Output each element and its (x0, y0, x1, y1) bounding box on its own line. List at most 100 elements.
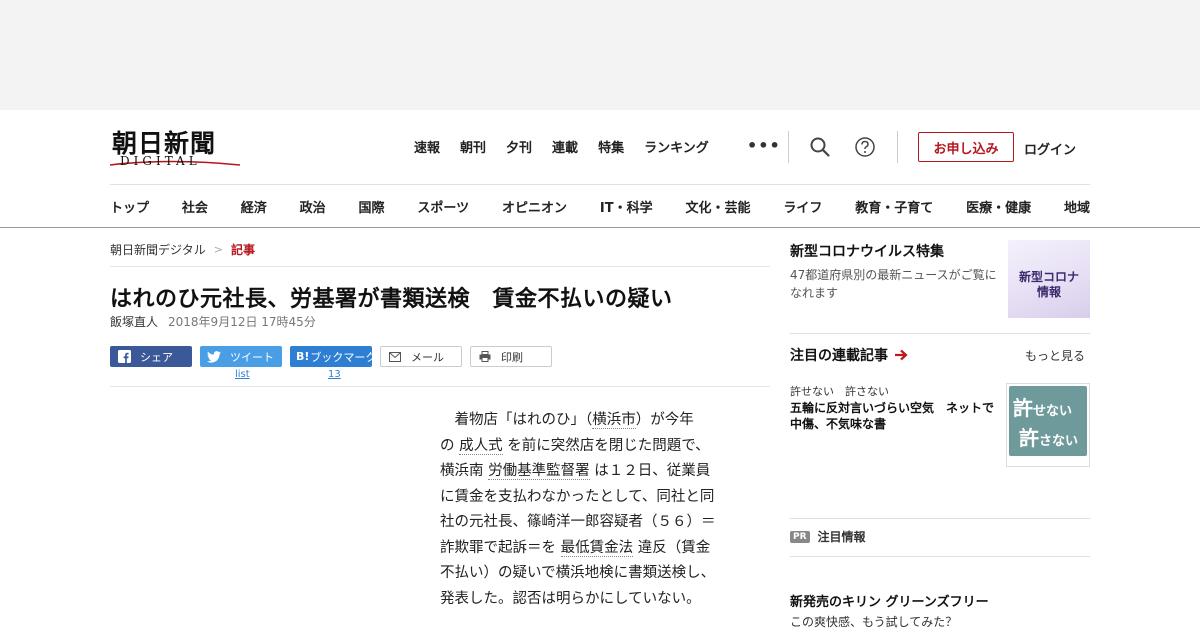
promo-subtitle: この爽快感、もう試してみた？ (790, 615, 958, 629)
logo-sub-text: DIGITAL (120, 154, 201, 168)
facebook-share-button[interactable]: シェア (110, 346, 192, 367)
cat-top[interactable]: トップ (110, 197, 149, 216)
cat-health[interactable]: 医療・健康 (966, 197, 1031, 216)
keyword-link[interactable]: 横浜市 (592, 412, 636, 429)
body-line: 詐欺罪で起訴＝を 最低賃金法 違反（賃金 (440, 536, 750, 562)
promo-title[interactable]: 新発売のキリン グリーンズフリー (790, 591, 989, 610)
series-image-bg: 許せない 許さない (1009, 386, 1087, 456)
series-section-title[interactable]: 注目の連載記事 (790, 345, 908, 365)
breadcrumb-separator: > (213, 243, 223, 256)
mail-icon (387, 350, 403, 364)
body-line: 発表した。認否は明らかにしていない。 (440, 590, 701, 607)
corona-image-text: 新型コロナ (1018, 270, 1079, 284)
body-line: 着物店「はれのひ」（横浜市）が今年 (440, 408, 750, 434)
login-link[interactable]: ログイン (1024, 139, 1076, 158)
body-text: ）が今年 (635, 412, 694, 428)
header-divider (110, 184, 1090, 185)
cat-region[interactable]: 地域 (1064, 197, 1090, 216)
category-nav: トップ 社会 経済 政治 国際 スポーツ オピニオン IT・科学 文化・芸能 ラ… (110, 197, 1090, 216)
facebook-share-label: シェア (140, 350, 173, 364)
series-more-link[interactable]: もっと見る (1025, 347, 1085, 364)
search-icon[interactable] (809, 136, 831, 158)
site-header: 朝日新聞 DIGITAL 速報 朝刊 夕刊 連載 特集 ランキング ••• お申… (0, 110, 1200, 228)
pr-section-header: PR 注目情報 (790, 528, 866, 545)
print-button[interactable]: 印刷 (470, 346, 552, 367)
more-menu-button[interactable]: ••• (747, 136, 781, 155)
hatena-icon: B! (296, 350, 310, 363)
corona-image-text: 情報 (1036, 285, 1061, 299)
twitter-count-link[interactable]: list (235, 369, 250, 380)
pr-label: 注目情報 (817, 530, 866, 544)
nav-yuukan[interactable]: 夕刊 (506, 137, 532, 156)
body-text: 違反（賃金 (637, 539, 711, 556)
cat-culture[interactable]: 文化・芸能 (685, 197, 750, 216)
hatena-bookmark-button[interactable]: B! ブックマーク (290, 346, 376, 367)
facebook-icon (116, 350, 132, 364)
ad-banner (0, 0, 1200, 110)
print-label: 印刷 (501, 350, 523, 364)
breadcrumb-divider (110, 266, 770, 267)
nav-ranking[interactable]: ランキング (644, 137, 709, 156)
cat-society[interactable]: 社会 (182, 197, 208, 216)
nav-sokuhou[interactable]: 速報 (414, 137, 440, 156)
cat-life[interactable]: ライフ (783, 197, 822, 216)
sidebar-divider (790, 556, 1090, 557)
corona-feature-image[interactable]: 新型コロナ 情報 (1008, 240, 1090, 318)
cat-opinion[interactable]: オピニオン (502, 197, 567, 216)
nav-rensai[interactable]: 連載 (552, 137, 578, 156)
corona-feature-desc: 47都道府県別の最新ニュースがご覧になれます (790, 268, 997, 300)
body-text: の (440, 437, 455, 454)
keyword-link[interactable]: 労働基準監督署 (488, 463, 590, 480)
cat-education[interactable]: 教育・子育て (855, 197, 933, 216)
series-image-char: 許 (1019, 426, 1039, 450)
arrow-right-icon (895, 349, 908, 361)
body-text: 詐欺罪で起訴＝を (440, 539, 556, 556)
nav-choukan[interactable]: 朝刊 (460, 137, 486, 156)
sidebar-divider (790, 333, 1090, 334)
pr-badge: PR (790, 530, 810, 543)
nav-tokushu[interactable]: 特集 (598, 137, 624, 156)
breadcrumb-current[interactable]: 記事 (231, 241, 255, 258)
keyword-link[interactable]: 成人式 (459, 437, 503, 455)
series-title-text: 注目の連載記事 (790, 348, 888, 364)
body-line: の 成人式 を前に突然店を閉じた問題で、 (440, 434, 750, 460)
body-line: 横浜南 労働基準監督署 は１２日、従業員 (440, 459, 750, 485)
body-text: 着物店「はれのひ」（ (454, 412, 593, 428)
site-logo[interactable]: 朝日新聞 DIGITAL (110, 124, 240, 172)
header-separator (788, 131, 789, 163)
cat-sports[interactable]: スポーツ (417, 197, 469, 216)
hatena-count-link[interactable]: 13 (328, 369, 341, 380)
twitter-share-button[interactable]: ツイート (200, 346, 282, 367)
series-image-char: せない (1033, 404, 1073, 419)
series-image[interactable]: 許せない 許さない (1006, 383, 1090, 467)
cat-economy[interactable]: 経済 (241, 197, 267, 216)
cat-international[interactable]: 国際 (359, 197, 385, 216)
body-line: 社の元社長、篠崎洋一郎容疑者（５６）＝ (440, 514, 716, 530)
body-line: に賃金を支払わなかったとして、同社と同 (440, 488, 715, 505)
series-image-text: 許さない (1019, 422, 1078, 451)
body-text: 横浜南 (440, 463, 484, 479)
cat-it-science[interactable]: IT・科学 (600, 197, 653, 216)
article-date: 2018年9月12日 17時45分 (168, 315, 316, 329)
help-icon[interactable] (854, 136, 876, 158)
top-nav: 速報 朝刊 夕刊 連載 特集 ランキング (414, 137, 729, 156)
corona-feature-title[interactable]: 新型コロナウイルス特集 (790, 241, 944, 261)
mail-share-label: メール (411, 350, 444, 364)
header-separator (897, 131, 898, 163)
mail-share-button[interactable]: メール (380, 346, 462, 367)
twitter-share-label: ツイート (230, 350, 274, 364)
share-divider (110, 386, 770, 387)
hatena-bookmark-label: ブックマーク (310, 350, 377, 364)
body-line: 不払い）の疑いで横浜地検に書類送検し、 (440, 565, 716, 581)
keyword-link[interactable]: 最低賃金法 (560, 539, 634, 557)
body-text: は１２日、従業員 (594, 463, 711, 479)
series-image-text: 許せない (1013, 392, 1072, 421)
breadcrumb-home[interactable]: 朝日新聞デジタル (110, 241, 206, 258)
twitter-icon (206, 350, 222, 364)
series-image-char: 許 (1013, 396, 1033, 420)
cat-politics[interactable]: 政治 (300, 197, 326, 216)
series-image-char: さない (1039, 434, 1079, 449)
apply-button[interactable]: お申し込み (918, 132, 1014, 162)
series-headline[interactable]: 五輪に反対言いづらい空気 ネットで中傷、不気味な書 (790, 400, 1002, 432)
sidebar-divider (790, 518, 1090, 519)
